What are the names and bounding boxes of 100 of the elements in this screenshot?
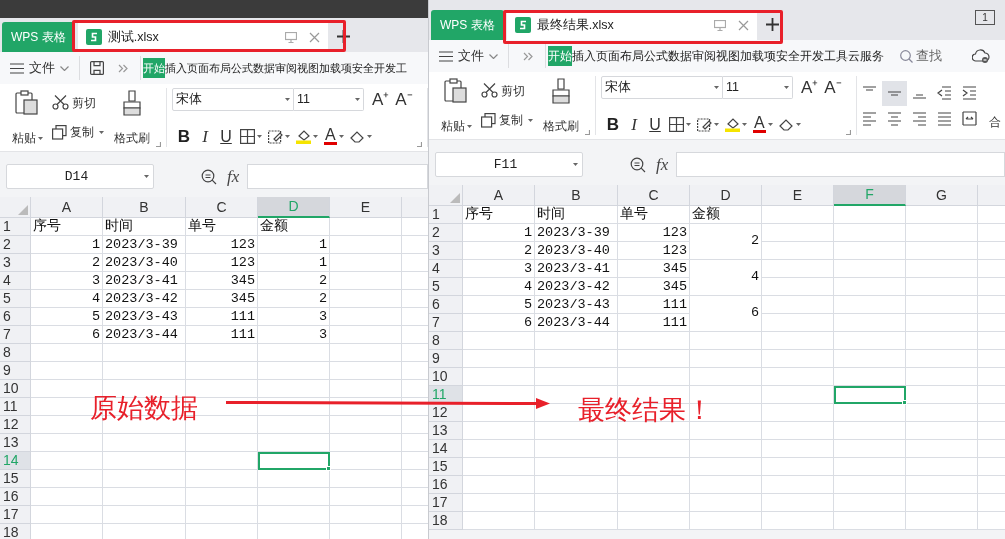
row-header[interactable]: 1	[429, 206, 463, 224]
row-header[interactable]: 5	[429, 278, 463, 296]
close-icon[interactable]	[308, 31, 320, 43]
row-header[interactable]: 9	[429, 350, 463, 368]
italic-button[interactable]: I	[198, 128, 212, 145]
grow-font-button[interactable]: A⁺	[372, 91, 390, 108]
function-button[interactable]: fx	[656, 151, 669, 178]
formula-input[interactable]	[676, 152, 1005, 177]
row-header[interactable]: 5	[0, 290, 31, 308]
align-center-icon[interactable]	[886, 110, 902, 126]
row-header[interactable]: 1	[0, 218, 31, 236]
shrink-font-button[interactable]: A⁻	[824, 79, 842, 96]
caret-icon[interactable]	[285, 135, 290, 138]
caret-icon[interactable]	[528, 118, 533, 122]
caret-icon[interactable]	[714, 123, 719, 126]
column-header[interactable]: E	[330, 197, 402, 218]
name-box[interactable]: D14	[6, 164, 154, 189]
caret-icon[interactable]	[313, 135, 318, 138]
file-menu[interactable]: 文件	[439, 44, 509, 68]
row-header[interactable]: 17	[0, 506, 31, 524]
caret-icon[interactable]	[366, 135, 372, 138]
dialog-launcher-icon[interactable]	[416, 142, 422, 147]
ribbon-tab[interactable]: 数据	[668, 46, 692, 66]
font-color-button[interactable]: A	[324, 128, 337, 145]
row-header[interactable]: 13	[429, 422, 463, 440]
caret-icon[interactable]	[99, 130, 104, 134]
underline-button[interactable]: U	[218, 128, 234, 145]
caret-icon[interactable]	[144, 175, 149, 178]
ribbon-tab[interactable]: 审阅	[692, 46, 716, 66]
column-header[interactable]: A	[31, 197, 103, 218]
row-header[interactable]: 2	[0, 236, 31, 254]
font-name-field[interactable]: 宋体	[172, 88, 294, 111]
file-menu[interactable]: 文件	[10, 56, 80, 80]
ribbon-tab[interactable]: 安全	[776, 46, 800, 66]
format-painter-button[interactable]: 格式刷	[114, 88, 150, 147]
cell-style-icon[interactable]	[697, 117, 712, 132]
bold-button[interactable]: B	[605, 116, 621, 133]
row-header[interactable]: 17	[429, 494, 463, 512]
ribbon-tab[interactable]: 云服务	[848, 46, 884, 66]
font-size-field[interactable]: 11	[294, 88, 364, 111]
caret-icon[interactable]	[686, 123, 691, 126]
caret-icon[interactable]	[767, 123, 773, 126]
row-header[interactable]: 15	[0, 470, 31, 488]
paste-button[interactable]: 粘贴	[10, 88, 44, 147]
copy-button[interactable]: 复制	[52, 123, 104, 142]
shrink-font-button[interactable]: A⁻	[395, 91, 413, 108]
row-header[interactable]: 11	[0, 398, 31, 416]
caret-icon[interactable]	[355, 98, 360, 101]
caret-icon[interactable]	[742, 123, 747, 126]
justify-icon[interactable]	[936, 110, 952, 126]
dialog-launcher-icon[interactable]	[156, 142, 161, 147]
window-count-badge[interactable]: 1	[975, 10, 995, 25]
ribbon-tab[interactable]: 公式	[644, 46, 668, 66]
fill-handle[interactable]	[902, 400, 907, 405]
row-header[interactable]: 12	[0, 416, 31, 434]
align-right-icon[interactable]	[911, 110, 927, 126]
caret-icon[interactable]	[37, 136, 43, 140]
row-header[interactable]: 14	[429, 440, 463, 458]
caret-icon[interactable]	[338, 135, 344, 138]
plus-icon[interactable]	[765, 18, 779, 31]
caret-icon[interactable]	[466, 124, 472, 128]
ribbon-tab[interactable]: 插入	[572, 46, 596, 66]
ribbon-tab[interactable]: 开发工	[374, 58, 407, 78]
row-header[interactable]: 7	[429, 314, 463, 332]
eraser-icon[interactable]	[349, 129, 365, 144]
close-icon[interactable]	[737, 19, 749, 31]
row-header[interactable]: 7	[0, 326, 31, 344]
caret-icon[interactable]	[573, 163, 578, 166]
column-header[interactable]: G	[906, 185, 978, 206]
row-header[interactable]: 18	[0, 524, 31, 539]
dialog-launcher-icon[interactable]	[845, 130, 851, 135]
column-header[interactable]: E	[762, 185, 834, 206]
distribute-icon[interactable]	[961, 110, 977, 126]
borders-icon[interactable]	[669, 117, 684, 132]
font-name-field[interactable]: 宋体	[601, 76, 723, 99]
align-left-icon[interactable]	[861, 110, 877, 126]
grow-font-button[interactable]: A⁺	[801, 79, 819, 96]
column-header[interactable]: B	[103, 197, 186, 218]
format-painter-button[interactable]: 格式刷	[543, 76, 579, 135]
zoom-icon[interactable]	[201, 168, 217, 185]
fill-color-icon[interactable]	[725, 117, 740, 132]
row-header[interactable]: 13	[0, 434, 31, 452]
ribbon-tab[interactable]: 页面布局	[187, 58, 231, 78]
cut-button[interactable]: 剪切	[52, 93, 104, 112]
row-header[interactable]: 10	[429, 368, 463, 386]
row-header[interactable]: 6	[0, 308, 31, 326]
formula-input[interactable]	[247, 164, 428, 189]
increase-indent-icon[interactable]	[961, 85, 977, 101]
caret-icon[interactable]	[784, 86, 789, 89]
column-header[interactable]: B	[535, 185, 618, 206]
paste-button[interactable]: 粘贴	[439, 76, 473, 135]
row-header[interactable]: 3	[0, 254, 31, 272]
bold-button[interactable]: B	[176, 128, 192, 145]
more-chevrons-icon[interactable]	[118, 63, 128, 73]
ribbon-tab[interactable]: 页面布局	[596, 46, 644, 66]
ribbon-tab[interactable]: 插入	[165, 58, 187, 78]
row-header[interactable]: 16	[429, 476, 463, 494]
ribbon-tab[interactable]: 审阅	[275, 58, 297, 78]
zoom-icon[interactable]	[630, 156, 646, 173]
ribbon-tab[interactable]: 视图	[297, 58, 319, 78]
